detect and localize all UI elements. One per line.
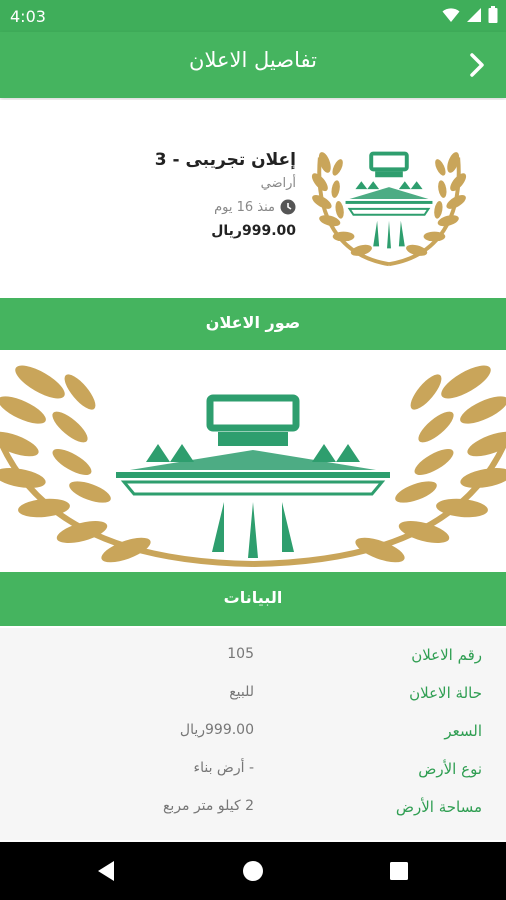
detail-label: السعر — [444, 722, 482, 740]
page-title: تفاصيل الاعلان — [189, 48, 317, 72]
detail-row-ad-number: رقم الاعلان 105 — [0, 636, 506, 674]
nav-back-icon[interactable] — [94, 858, 120, 884]
ad-photo[interactable] — [0, 352, 506, 570]
detail-label: رقم الاعلان — [411, 646, 482, 664]
status-icons — [442, 6, 498, 23]
ad-posted-text: منذ 16 يوم — [214, 199, 275, 215]
detail-value: - أرض بناء — [193, 760, 255, 776]
detail-row-land-area: مساحة الأرض 2 كيلو متر مربع — [0, 788, 506, 826]
ad-thumbnail-logo — [311, 151, 467, 267]
ad-summary-card[interactable]: إعلان تجريبى - 3 أراضي منذ 16 يوم 999.00… — [0, 100, 506, 298]
detail-value: 105 — [227, 646, 254, 662]
system-nav-bar — [0, 842, 506, 900]
detail-row-ad-status: حالة الاعلان للبيع — [0, 674, 506, 712]
details-section-title: البيانات — [223, 588, 283, 607]
ad-photo-logo — [0, 365, 506, 567]
clock-icon — [280, 199, 296, 215]
detail-value: 999.00ريال — [179, 722, 254, 738]
wifi-icon — [442, 7, 460, 22]
ad-title: إعلان تجريبى - 3 — [154, 150, 296, 170]
status-time: 4:03 — [10, 7, 46, 26]
details-list: رقم الاعلان 105 حالة الاعلان للبيع السعر… — [0, 628, 506, 840]
nav-home-icon[interactable] — [240, 858, 266, 884]
battery-icon — [488, 6, 498, 23]
detail-value: للبيع — [229, 684, 254, 700]
detail-label: حالة الاعلان — [409, 684, 482, 702]
signal-icon — [467, 7, 481, 22]
ad-posted-time: منذ 16 يوم — [56, 199, 296, 215]
ad-price: 999.00ريال — [211, 223, 296, 239]
detail-label: نوع الأرض — [418, 760, 482, 778]
status-bar: 4:03 — [0, 0, 506, 32]
back-arrow-icon[interactable] — [462, 50, 492, 80]
ad-summary-info: إعلان تجريبى - 3 أراضي منذ 16 يوم 999.00… — [56, 150, 296, 239]
details-section-header: البيانات — [0, 572, 506, 626]
detail-row-price: السعر 999.00ريال — [0, 712, 506, 750]
app-bar: تفاصيل الاعلان — [0, 32, 506, 98]
photos-section-header: صور الاعلان — [0, 298, 506, 350]
detail-value: 2 كيلو متر مربع — [162, 798, 254, 814]
photos-section-title: صور الاعلان — [205, 313, 301, 332]
nav-recents-icon[interactable] — [386, 858, 412, 884]
detail-label: مساحة الأرض — [395, 798, 482, 816]
detail-row-land-type: نوع الأرض - أرض بناء — [0, 750, 506, 788]
ad-category: أراضي — [260, 176, 296, 191]
